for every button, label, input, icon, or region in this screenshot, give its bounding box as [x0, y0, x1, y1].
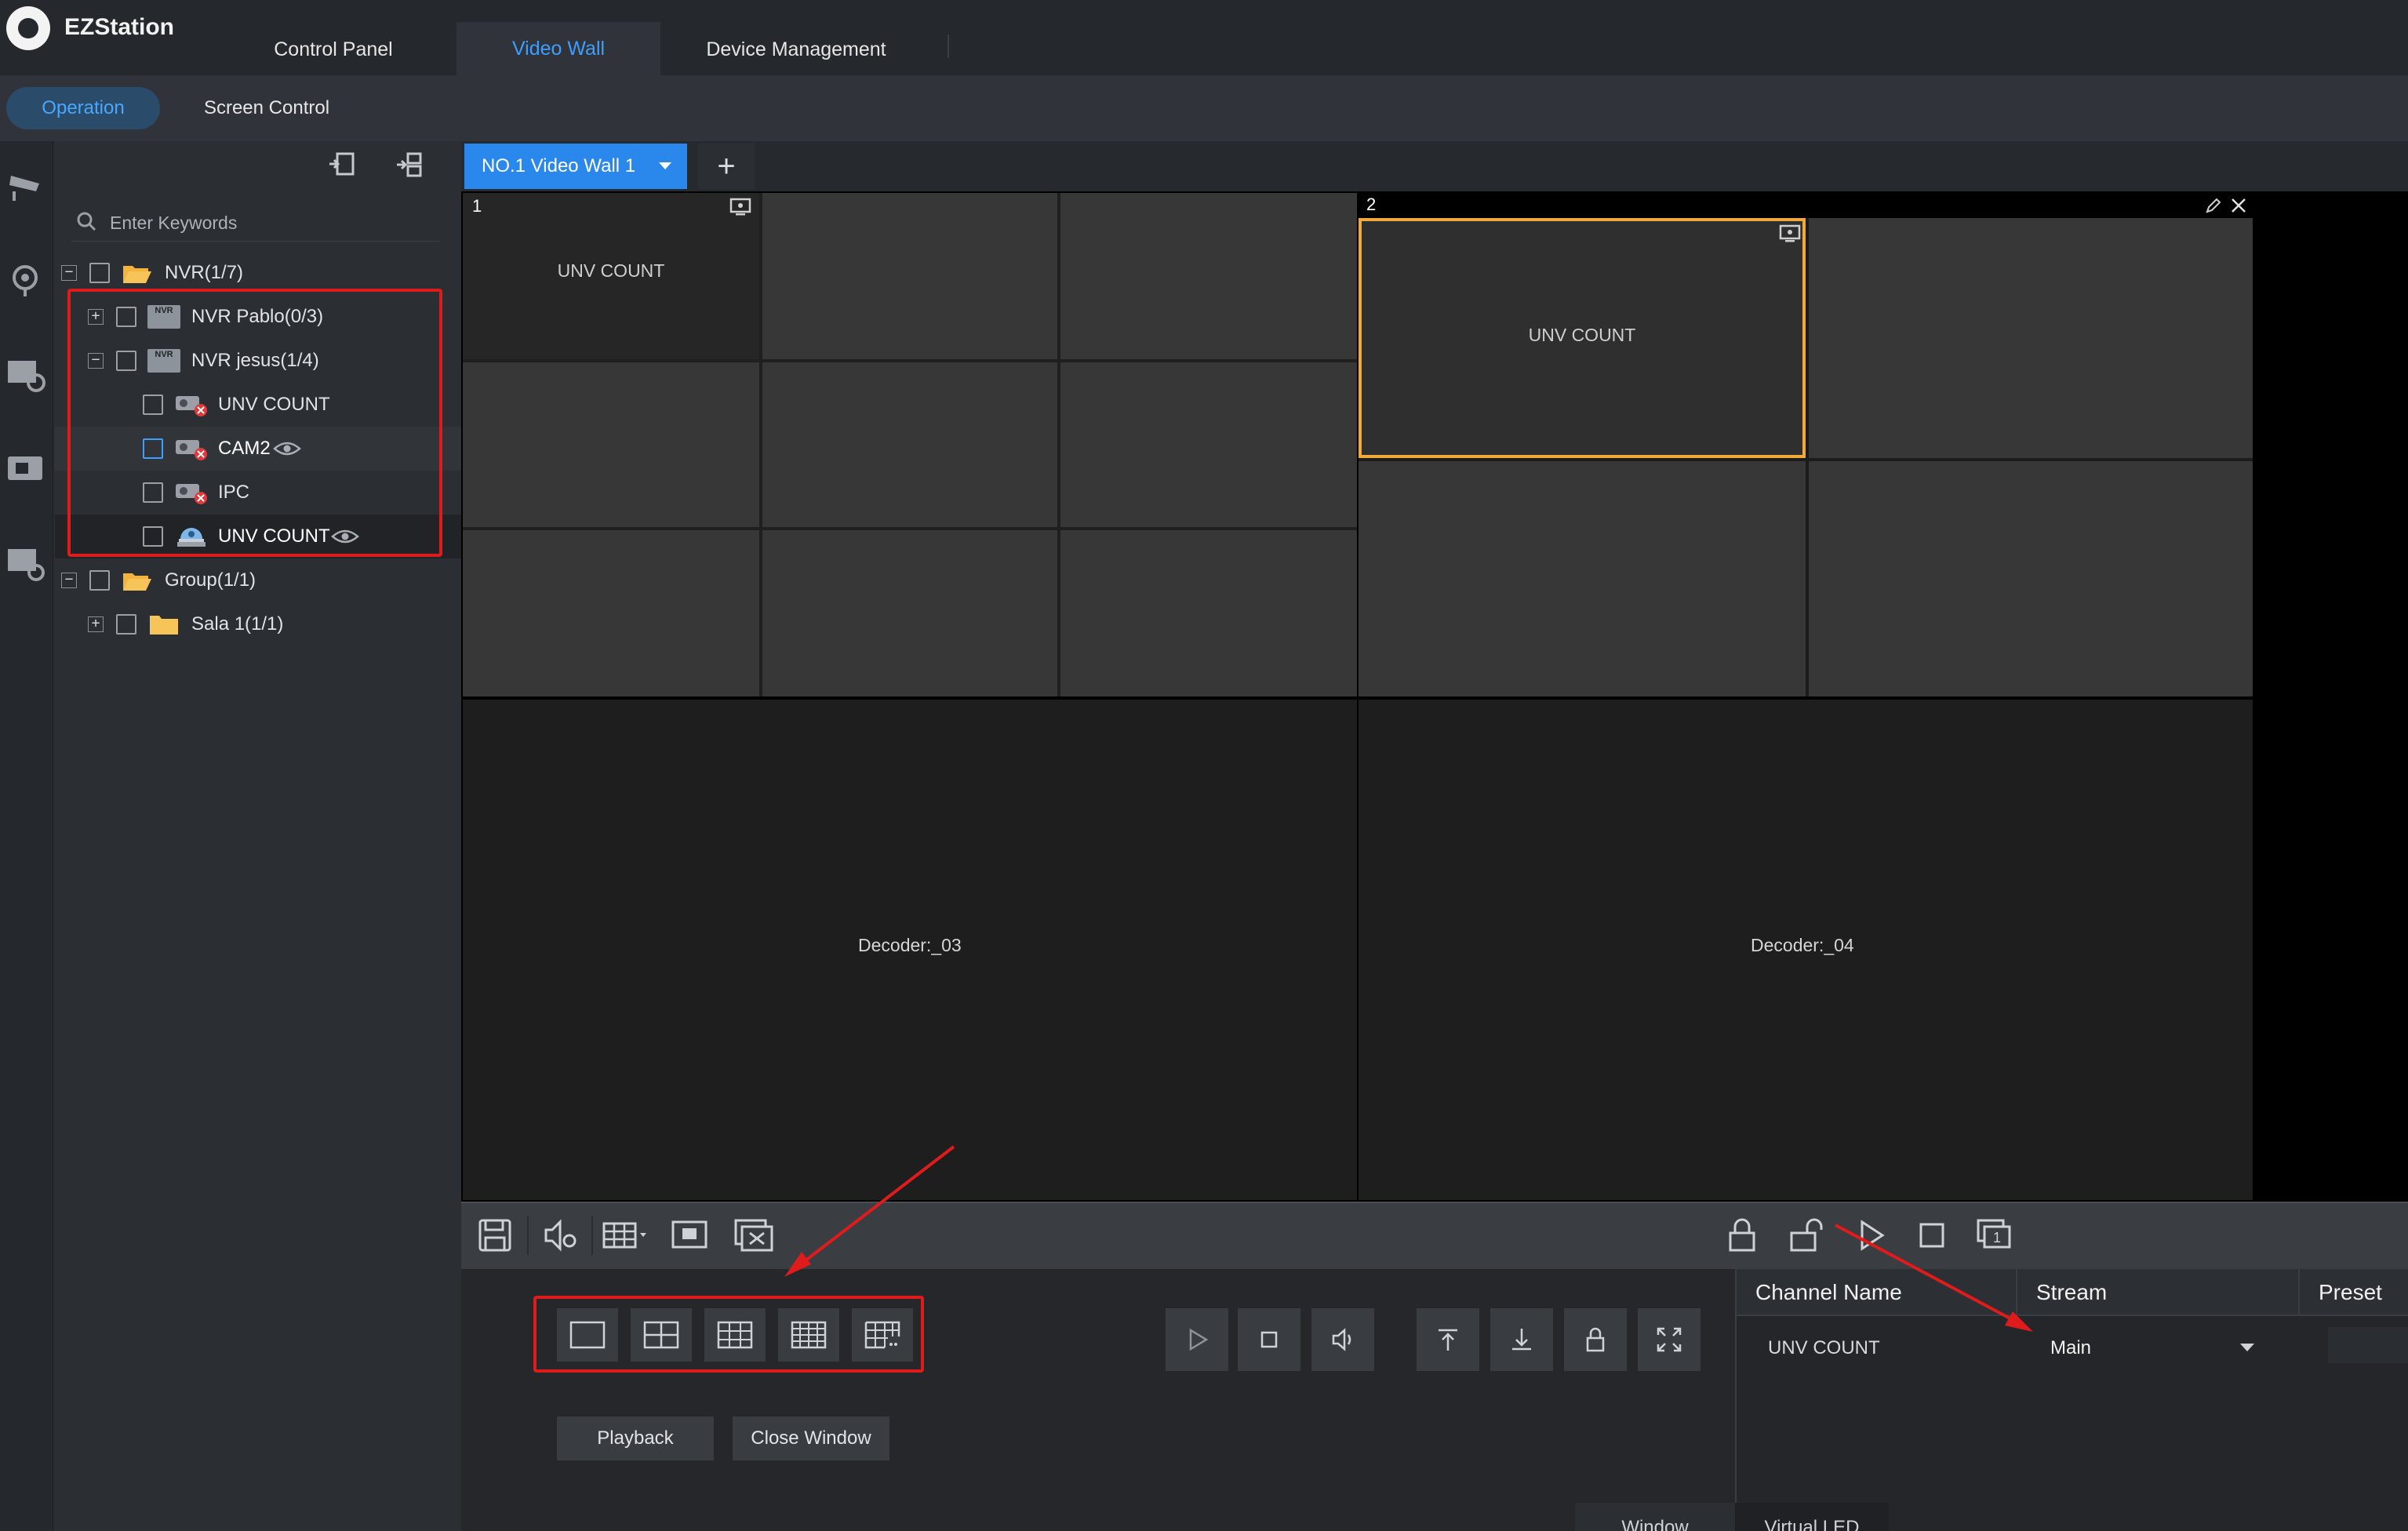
annotation-arrows — [784, 1145, 2033, 1332]
